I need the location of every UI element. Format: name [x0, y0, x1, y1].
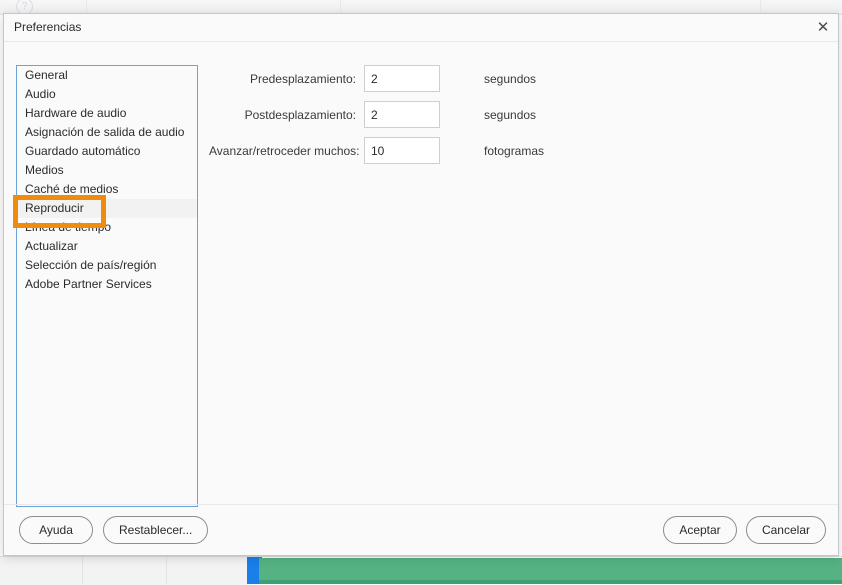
category-item[interactable]: Caché de medios — [17, 180, 197, 199]
field-input[interactable] — [364, 101, 440, 128]
category-item[interactable]: Hardware de audio — [17, 104, 197, 123]
timeline-clip-green — [259, 558, 842, 580]
category-item[interactable]: Guardado automático — [17, 142, 197, 161]
field-label: Avanzar/retroceder muchos: — [209, 143, 360, 158]
background-project-panel — [0, 556, 247, 585]
field-label: Predesplazamiento: — [249, 71, 356, 86]
field-input[interactable] — [364, 137, 440, 164]
toolbar-divider — [760, 0, 761, 14]
field-unit-label: fotogramas — [484, 143, 545, 158]
dialog-titlebar: Preferencias ✕ — [4, 14, 838, 42]
category-item[interactable]: Reproducir — [17, 199, 197, 218]
category-item[interactable]: Audio — [17, 85, 197, 104]
field-unit-label: segundos — [484, 71, 537, 86]
category-item[interactable]: Actualizar — [17, 237, 197, 256]
category-item[interactable]: Medios — [17, 161, 197, 180]
field-row: Predesplazamiento: segundos — [209, 65, 536, 92]
field-input[interactable] — [364, 65, 440, 92]
field-row: Postdesplazamiento: segundos — [209, 101, 536, 128]
panel-divider — [82, 557, 83, 584]
toolbar-divider — [86, 0, 87, 14]
category-item[interactable]: Asignación de salida de audio — [17, 123, 197, 142]
category-item[interactable]: Línea de tiempo — [17, 218, 197, 237]
field-row: Avanzar/retroceder muchos: fotogramas — [209, 137, 544, 164]
category-item[interactable]: General — [17, 66, 197, 85]
field-label: Postdesplazamiento: — [244, 107, 356, 122]
timeline-clip-green-edge — [259, 580, 842, 584]
preferences-dialog: Preferencias ✕ General Audio Hardware de a… — [3, 13, 839, 556]
help-button[interactable]: Ayuda — [19, 516, 93, 544]
cancel-button[interactable]: Cancelar — [745, 516, 826, 544]
dialog-title: Preferencias — [14, 20, 82, 34]
settings-pane: Predesplazamiento:segundosPostdesplazami… — [209, 65, 826, 507]
dialog-footer: Ayuda Restablecer... Aceptar Cancelar — [4, 504, 838, 555]
close-icon[interactable]: ✕ — [812, 17, 834, 39]
toolbar-divider — [340, 0, 341, 14]
panel-divider — [166, 557, 167, 584]
category-item[interactable]: Adobe Partner Services — [17, 275, 197, 294]
reset-button[interactable]: Restablecer... — [103, 516, 209, 544]
category-list[interactable]: General Audio Hardware de audio Asignación … — [16, 65, 198, 507]
accept-button[interactable]: Aceptar — [663, 516, 737, 544]
category-item[interactable]: Selección de país/región — [17, 256, 197, 275]
field-unit-label: segundos — [484, 107, 537, 122]
